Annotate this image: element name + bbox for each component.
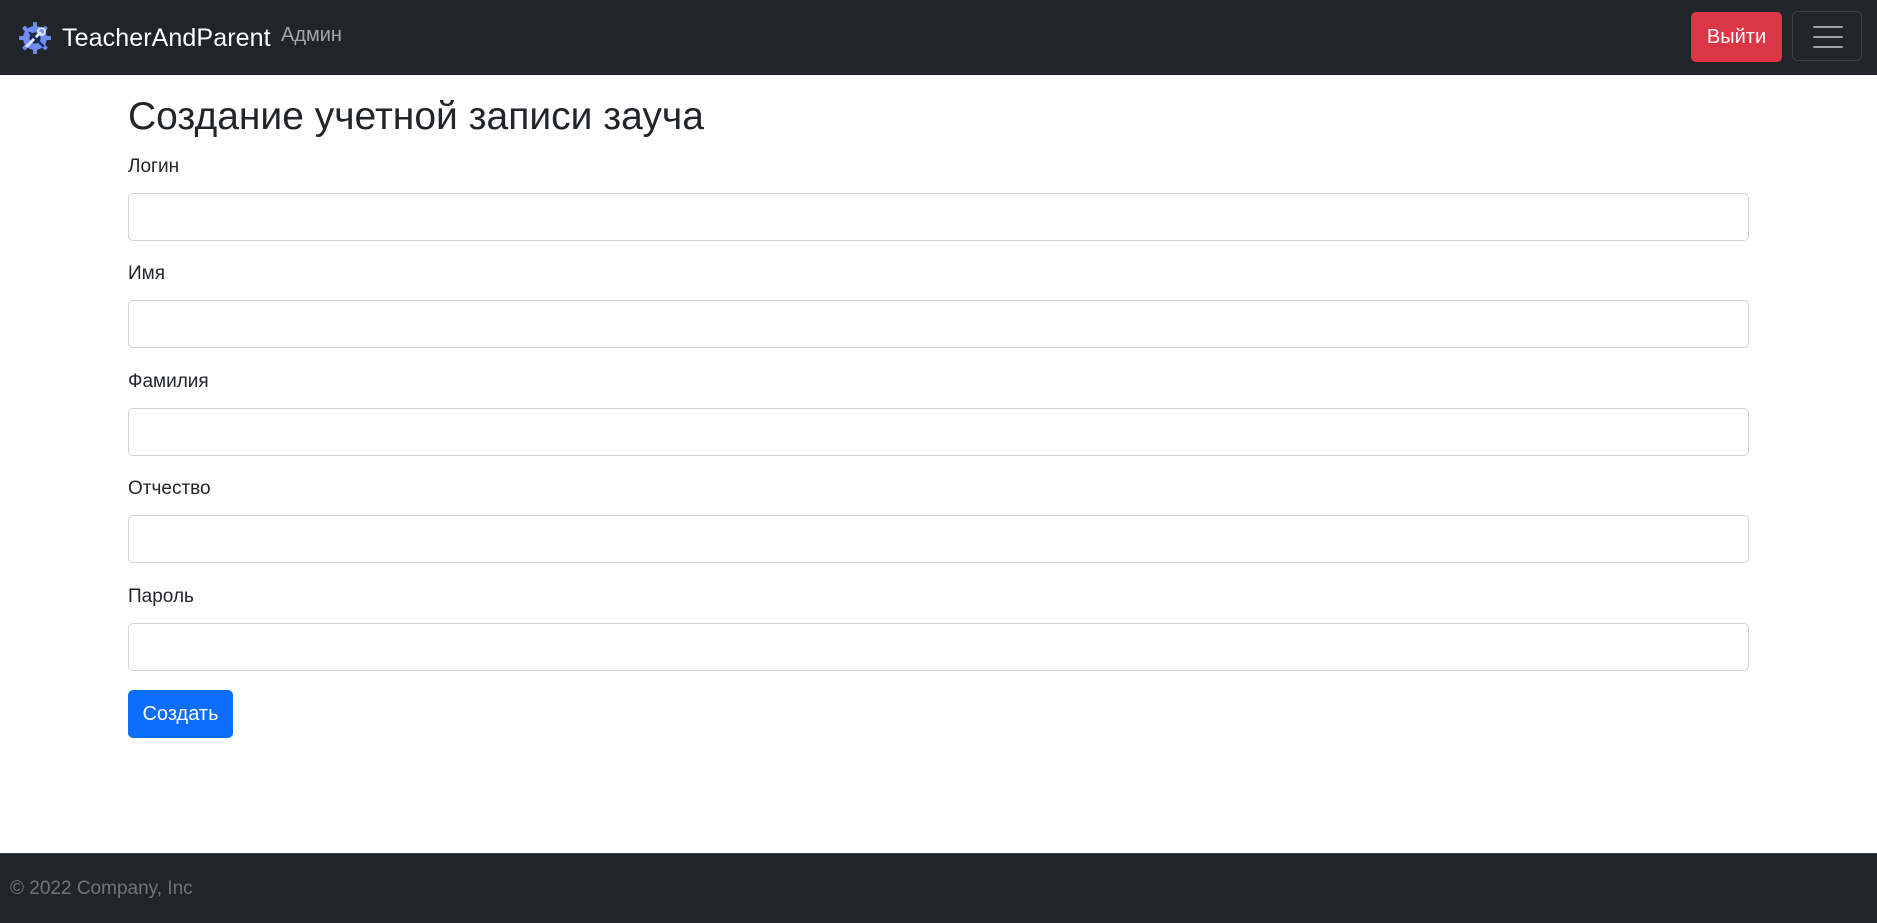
login-label: Логин	[128, 156, 180, 177]
logout-button[interactable]: Выйти	[1691, 12, 1782, 62]
password-label: Пароль	[128, 586, 194, 607]
login-input[interactable]	[128, 193, 1749, 241]
first-name-label: Имя	[128, 263, 166, 284]
patronymic-label: Отчество	[128, 478, 211, 499]
last-name-input[interactable]	[128, 408, 1749, 456]
last-name-label: Фамилия	[128, 371, 209, 392]
page-footer: © 2022 Company, Inc	[0, 853, 1877, 923]
nav-link-admin[interactable]: Админ	[281, 24, 342, 47]
top-navbar: TeacherAndParent Админ Выйти	[0, 0, 1877, 75]
password-input[interactable]	[128, 623, 1749, 671]
brand-name: TeacherAndParent	[62, 23, 271, 52]
footer-copyright: © 2022 Company, Inc	[10, 878, 193, 899]
patronymic-input[interactable]	[128, 515, 1749, 563]
gear-wrench-icon	[19, 22, 51, 54]
create-button[interactable]: Создать	[128, 690, 233, 738]
page-title: Создание учетной записи зауча	[128, 95, 704, 138]
brand-link[interactable]: TeacherAndParent	[18, 18, 271, 58]
navbar-toggler-button[interactable]	[1792, 11, 1862, 61]
first-name-input[interactable]	[128, 300, 1749, 348]
